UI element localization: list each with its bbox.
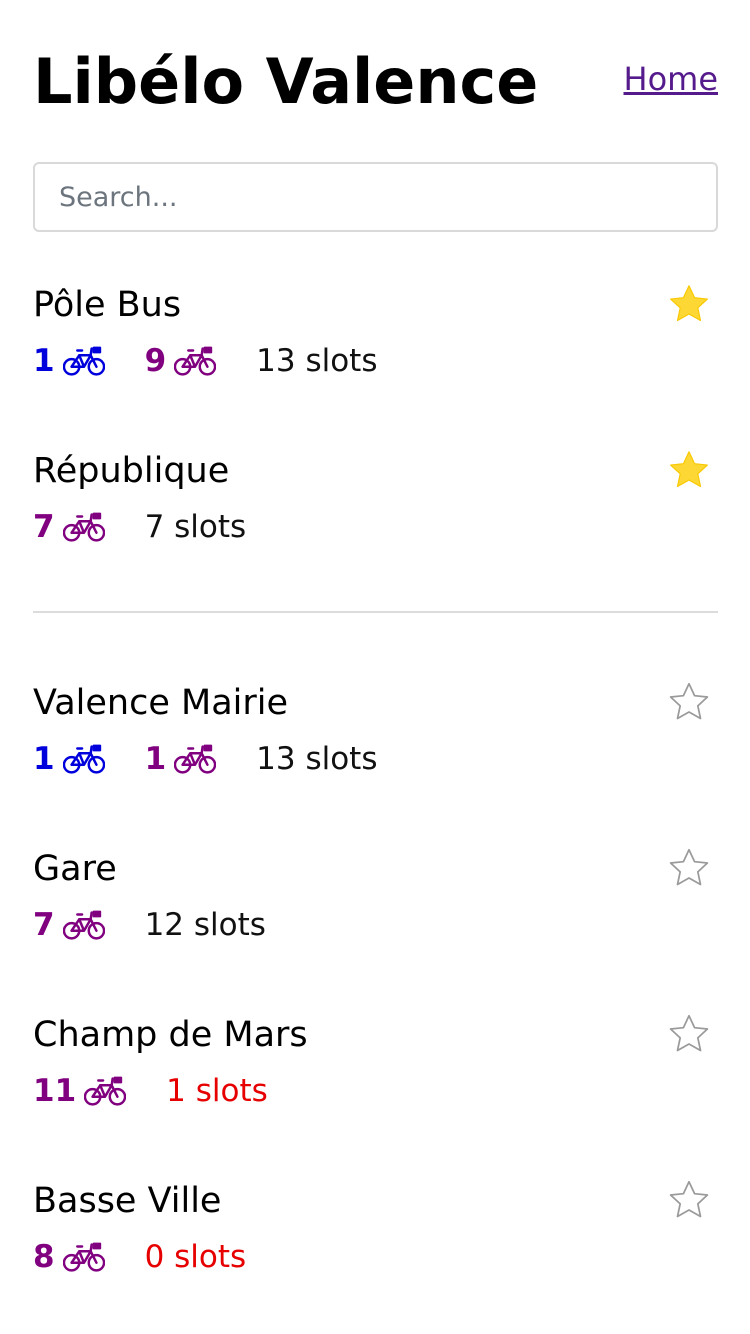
station-name: Pôle Bus — [33, 285, 182, 325]
mechanical-bike-count: 8 — [33, 1239, 105, 1275]
station-stats: 1 9 13 slots — [33, 341, 378, 381]
mechanical-count-value: 11 — [33, 1073, 77, 1109]
station-stats: 1 1 13 slots — [33, 739, 378, 779]
mechanical-bike-icon — [63, 1241, 105, 1273]
mechanical-bike-icon — [63, 909, 105, 941]
mechanical-bike-count: 1 — [145, 741, 217, 777]
mechanical-bike-icon — [63, 511, 105, 543]
electric-bike-icon — [63, 345, 105, 377]
free-slots: 1 slots — [166, 1073, 268, 1109]
electric-bike-icon — [63, 743, 105, 775]
search-input[interactable] — [33, 162, 718, 232]
station-name: Basse Ville — [33, 1181, 222, 1221]
station-item-republique[interactable]: République 7 7 slots — [33, 449, 718, 569]
station-item-gare[interactable]: Gare 7 12 slots — [33, 847, 718, 967]
favorites-divider — [33, 611, 718, 613]
station-name: Champ de Mars — [33, 1015, 308, 1055]
station-name: Valence Mairie — [33, 683, 289, 723]
station-stats: 7 7 slots — [33, 507, 246, 547]
star-outline-icon[interactable] — [666, 1011, 712, 1057]
station-item-basse-ville[interactable]: Basse Ville 8 0 slots — [33, 1179, 718, 1299]
star-outline-icon[interactable] — [666, 845, 712, 891]
electric-bike-count: 1 — [33, 741, 105, 777]
free-slots: 13 slots — [256, 741, 378, 777]
mechanical-bike-count: 7 — [33, 907, 105, 943]
mechanical-bike-count: 11 — [33, 1073, 126, 1109]
mechanical-count-value: 8 — [33, 1239, 55, 1275]
station-name: République — [33, 451, 230, 491]
station-item-valence-mairie[interactable]: Valence Mairie 1 1 13 slots — [33, 681, 718, 801]
page-title: Libélo Valence — [33, 45, 539, 118]
station-stats: 11 1 slots — [33, 1071, 268, 1111]
header: Libélo Valence Home — [33, 40, 718, 130]
home-link[interactable]: Home — [624, 60, 719, 98]
electric-count-value: 1 — [33, 741, 55, 777]
star-outline-icon[interactable] — [666, 1177, 712, 1223]
mechanical-bike-count: 7 — [33, 509, 105, 545]
mechanical-count-value: 9 — [144, 343, 167, 379]
free-slots: 7 slots — [144, 509, 247, 545]
free-slots: 0 slots — [144, 1239, 247, 1275]
station-name: Gare — [33, 849, 117, 889]
mechanical-count-value: 1 — [144, 741, 167, 777]
station-stats: 7 12 slots — [33, 905, 266, 945]
mechanical-bike-count: 9 — [145, 343, 217, 379]
station-stats: 8 0 slots — [33, 1237, 246, 1277]
star-filled-icon[interactable] — [666, 447, 712, 493]
electric-count-value: 1 — [33, 343, 55, 379]
page: Libélo Valence Home Pôle Bus 1 9 13 slot… — [0, 0, 750, 1334]
electric-bike-count: 1 — [33, 343, 105, 379]
mechanical-bike-icon — [174, 743, 216, 775]
free-slots: 13 slots — [256, 343, 378, 379]
mechanical-bike-icon — [84, 1075, 126, 1107]
mechanical-count-value: 7 — [33, 509, 55, 545]
mechanical-count-value: 7 — [33, 907, 55, 943]
star-filled-icon[interactable] — [666, 281, 712, 327]
star-outline-icon[interactable] — [666, 679, 712, 725]
station-item-pole-bus[interactable]: Pôle Bus 1 9 13 slots — [33, 283, 718, 403]
free-slots: 12 slots — [144, 907, 266, 943]
station-item-champ-de-mars[interactable]: Champ de Mars 11 1 slots — [33, 1013, 718, 1133]
mechanical-bike-icon — [174, 345, 216, 377]
